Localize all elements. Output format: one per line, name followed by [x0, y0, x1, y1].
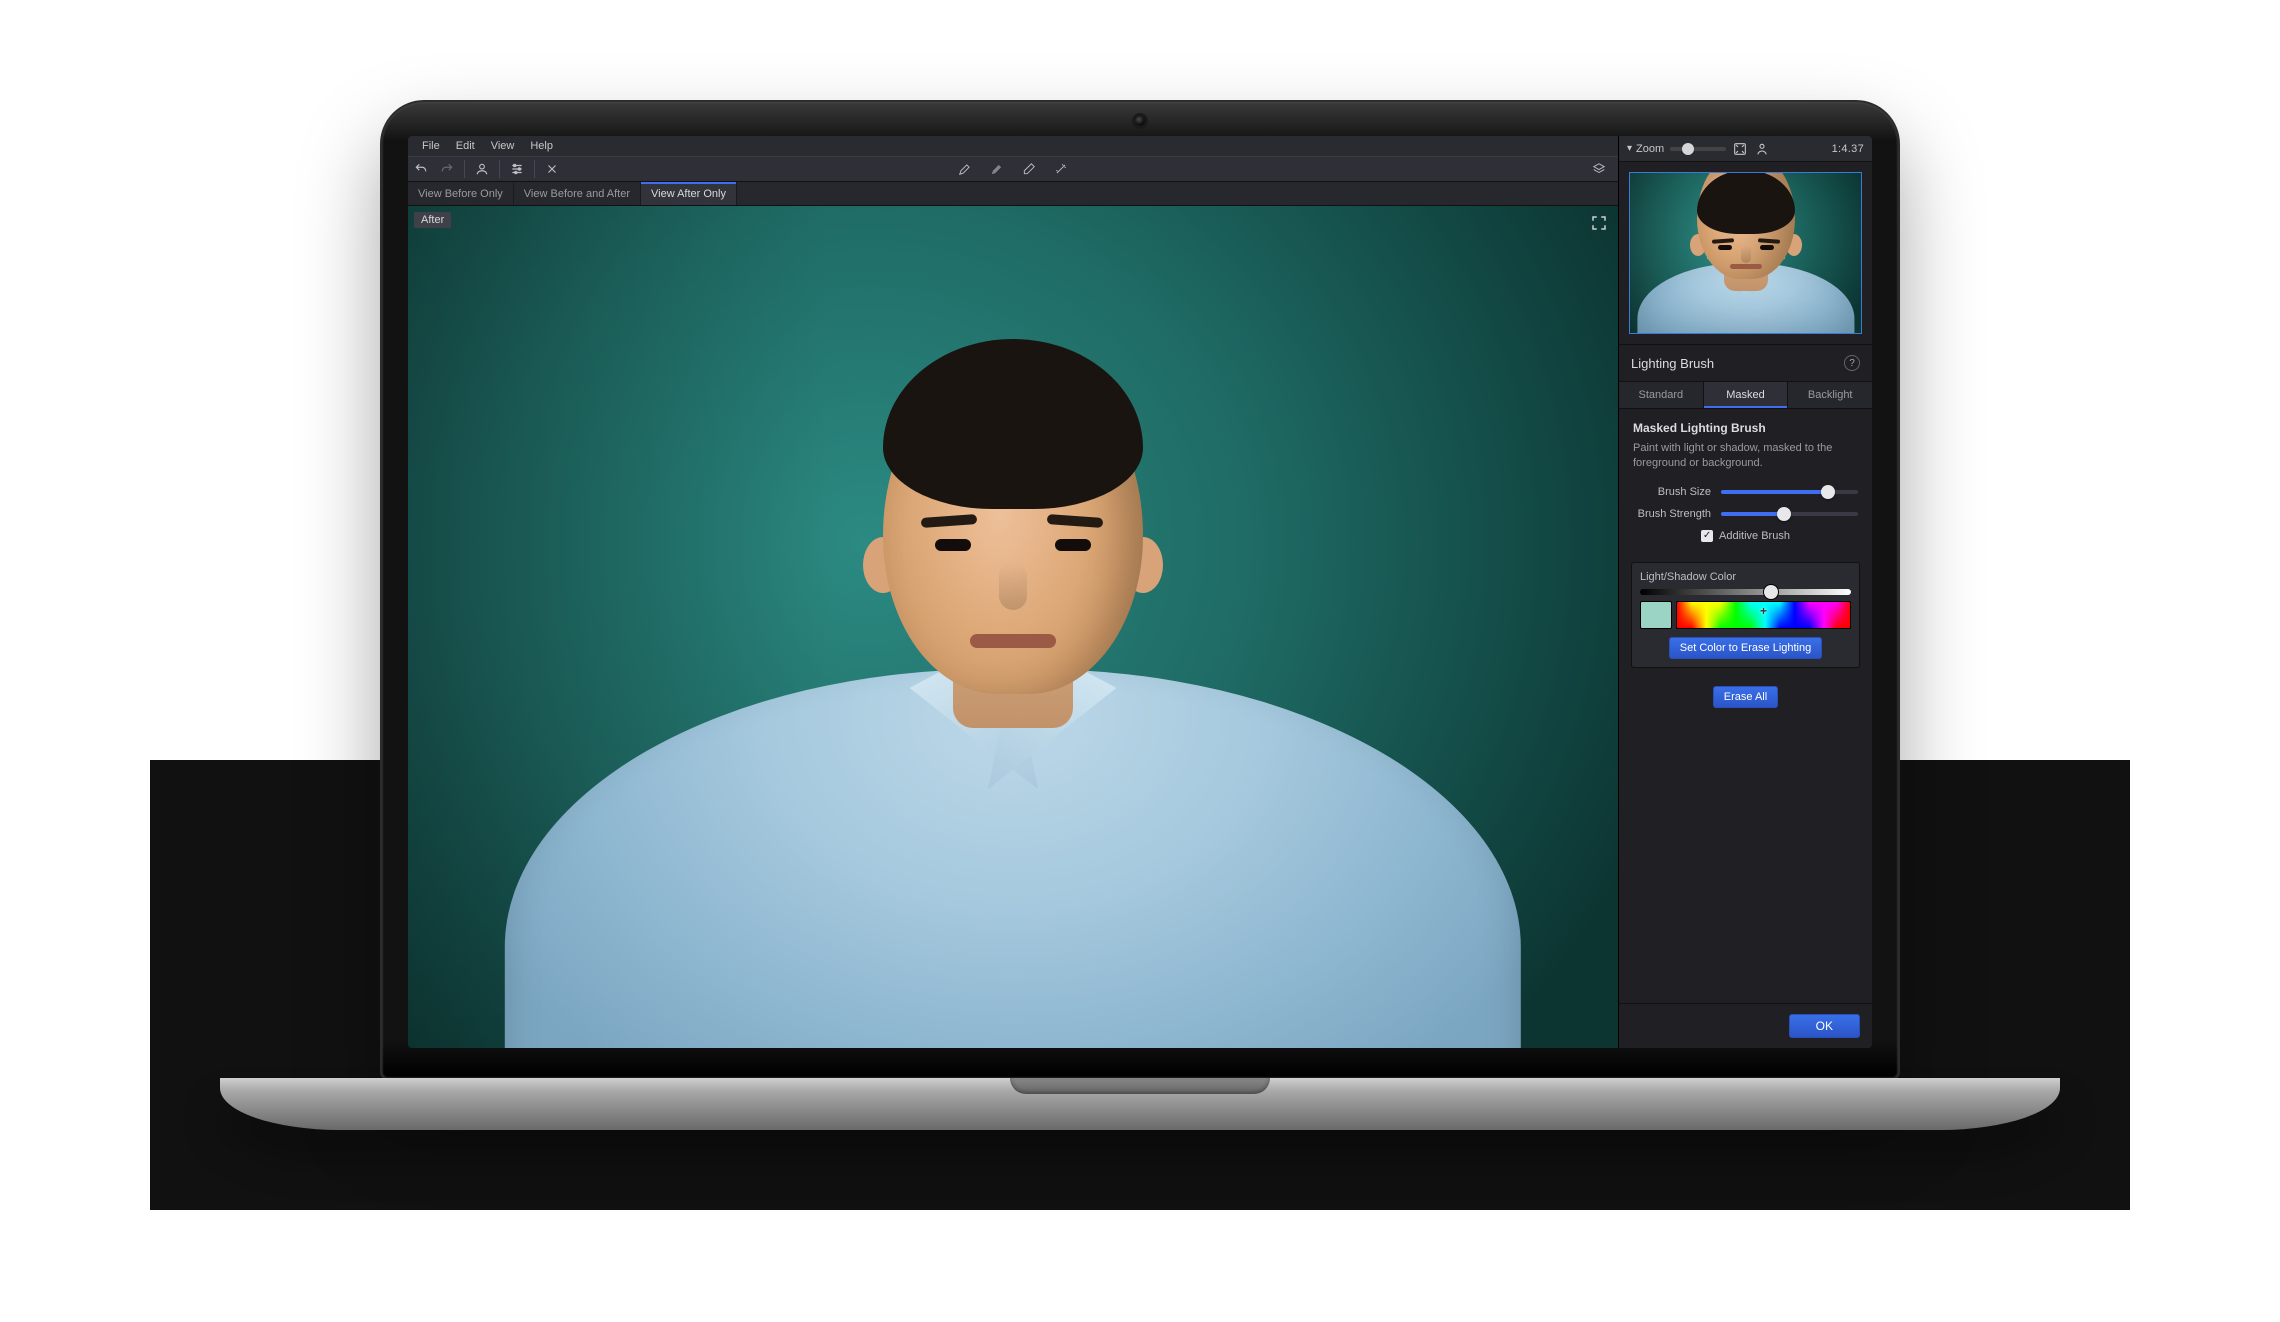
app-window: File Edit View Help — [408, 136, 1872, 1048]
mode-tab-masked[interactable]: Masked — [1704, 382, 1789, 408]
additive-brush-label: Additive Brush — [1719, 530, 1790, 542]
brush-size-knob[interactable] — [1821, 485, 1835, 499]
layers-icon[interactable] — [1586, 156, 1612, 182]
panel-title: Lighting Brush — [1631, 356, 1714, 371]
sliders-icon[interactable] — [504, 156, 530, 182]
ok-button[interactable]: OK — [1789, 1014, 1860, 1038]
plus-icon: + — [1760, 604, 1767, 618]
set-color-erase-button[interactable]: Set Color to Erase Lighting — [1669, 637, 1822, 659]
tab-view-before-only[interactable]: View Before Only — [408, 182, 514, 205]
menubar: File Edit View Help — [408, 136, 1618, 156]
right-panel: ▾ Zoom 1:4.37 — [1618, 136, 1872, 1048]
color-label: Light/Shadow Color — [1640, 571, 1851, 583]
color-block: Light/Shadow Color + Set Color to Erase … — [1631, 562, 1860, 668]
panel-header: Lighting Brush ? — [1619, 345, 1872, 381]
brush-strength-label: Brush Strength — [1633, 508, 1711, 520]
eraser-icon[interactable] — [1016, 156, 1042, 182]
mode-tab-standard[interactable]: Standard — [1619, 382, 1704, 408]
menu-edit[interactable]: Edit — [448, 138, 483, 154]
section-heading: Masked Lighting Brush — [1633, 421, 1858, 435]
section-description: Paint with light or shadow, masked to th… — [1633, 441, 1858, 472]
brush-strength-slider[interactable] — [1721, 512, 1858, 516]
additive-brush-checkbox[interactable]: ✓ Additive Brush — [1633, 530, 1858, 542]
brush-size-label: Brush Size — [1633, 486, 1711, 498]
help-icon[interactable]: ? — [1844, 355, 1860, 371]
brush-size-slider[interactable] — [1721, 490, 1858, 494]
undo-icon[interactable] — [408, 156, 434, 182]
luminance-slider[interactable] — [1640, 589, 1851, 595]
tab-view-before-after[interactable]: View Before and After — [514, 182, 641, 205]
fullscreen-icon[interactable] — [1590, 214, 1608, 232]
erase-all-button[interactable]: Erase All — [1713, 686, 1778, 708]
color-swatch[interactable] — [1640, 601, 1672, 629]
close-icon[interactable] — [539, 156, 565, 182]
redo-icon[interactable] — [434, 156, 460, 182]
wand-icon[interactable] — [1048, 156, 1074, 182]
chevron-down-icon[interactable]: ▾ — [1627, 143, 1632, 154]
zoom-row: ▾ Zoom 1:4.37 — [1619, 136, 1872, 162]
luminance-knob[interactable] — [1764, 585, 1778, 599]
menu-view[interactable]: View — [483, 138, 523, 154]
camera-icon — [1135, 116, 1145, 126]
menu-help[interactable]: Help — [522, 138, 561, 154]
mode-tabs: Standard Masked Backlight — [1619, 381, 1872, 409]
zoom-label: Zoom — [1636, 143, 1664, 155]
after-badge: After — [414, 212, 451, 228]
person-icon[interactable] — [469, 156, 495, 182]
portrait-image — [408, 206, 1618, 1048]
navigator-thumbnail[interactable] — [1629, 172, 1862, 334]
brush-light-icon[interactable] — [952, 156, 978, 182]
brush-strength-knob[interactable] — [1777, 507, 1791, 521]
zoom-ratio: 1:4.37 — [1832, 143, 1864, 155]
mode-tab-backlight[interactable]: Backlight — [1788, 382, 1872, 408]
actual-pixels-icon[interactable] — [1754, 141, 1770, 157]
laptop-mockup: File Edit View Help — [380, 100, 1900, 1130]
zoom-slider[interactable] — [1670, 147, 1726, 151]
checkbox-checked-icon: ✓ — [1701, 530, 1713, 542]
canvas[interactable]: After — [408, 206, 1618, 1048]
hue-picker[interactable]: + — [1676, 601, 1851, 629]
tab-view-after-only[interactable]: View After Only — [641, 182, 737, 205]
view-tabs: View Before Only View Before and After V… — [408, 182, 1618, 206]
menu-file[interactable]: File — [414, 138, 448, 154]
zoom-slider-knob[interactable] — [1682, 143, 1694, 155]
brush-shadow-icon[interactable] — [984, 156, 1010, 182]
fit-screen-icon[interactable] — [1732, 141, 1748, 157]
toolbar — [408, 156, 1618, 182]
